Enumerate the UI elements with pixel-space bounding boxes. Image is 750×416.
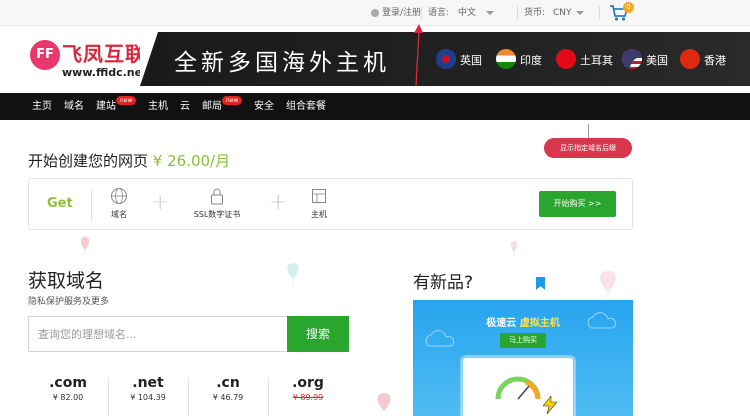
- tld-price: ¥ 104.39: [130, 393, 166, 402]
- build-heading-text: 开始创建您的网页: [28, 152, 149, 170]
- language-select[interactable]: 中文: [458, 0, 495, 26]
- location-label: 印度: [520, 54, 542, 67]
- tld-item-com[interactable]: .com ¥ 82.00: [28, 375, 108, 416]
- nav-item-bundles[interactable]: 组合套餐: [286, 93, 326, 120]
- lightning-icon: [543, 396, 557, 414]
- new-product-promo[interactable]: 极速云 虚拟主机 马上购买: [413, 300, 633, 416]
- hongkong-flag-icon: [680, 49, 700, 69]
- cart-count-badge: 0: [623, 2, 634, 13]
- promo-illustration: [463, 358, 573, 416]
- location-label: 美国: [646, 54, 668, 67]
- location-label: 英国: [460, 54, 482, 67]
- domain-search-button[interactable]: 搜索: [287, 316, 349, 352]
- start-buying-button[interactable]: 开始购买 >>: [539, 191, 616, 217]
- location-label: 土耳其: [580, 54, 613, 67]
- domain-search-input[interactable]: [28, 316, 287, 352]
- balloon-icon: [80, 237, 90, 255]
- language-value: 中文: [458, 8, 477, 18]
- nav-item-website[interactable]: 建站: [96, 93, 116, 120]
- topbar-divider: [599, 6, 600, 20]
- server-icon: [312, 189, 326, 203]
- tld-name: .cn: [216, 375, 240, 391]
- balloon-icon: [287, 263, 299, 285]
- tag-string: [588, 124, 589, 138]
- tld-price: ¥ 89.99: [292, 393, 324, 402]
- chevron-down-icon: [486, 10, 495, 15]
- annotation-arrow-icon: [414, 24, 423, 87]
- uk-flag-icon: [436, 49, 456, 69]
- tld-price: ¥ 46.79: [212, 393, 244, 402]
- tld-item-net[interactable]: .net ¥ 104.39: [108, 375, 188, 416]
- nav-item-hosting[interactable]: 主机: [148, 93, 168, 120]
- top-utility-bar: 登录/注册 语言: 中文 货币: CNY 0: [0, 0, 750, 26]
- service-ssl: SSL数字证书: [187, 187, 247, 225]
- new-products-heading: 有新品?: [413, 273, 474, 293]
- logo-mark: FF: [30, 40, 60, 70]
- nav-item-security[interactable]: 安全: [254, 93, 274, 120]
- currency-label: 货币:: [524, 8, 546, 18]
- cloud-icon: [425, 330, 455, 347]
- promo-title: 极速云 虚拟主机: [413, 314, 633, 329]
- service-hosting: 主机: [289, 187, 349, 225]
- usa-flag-icon: [622, 49, 642, 69]
- banner-edge: [140, 32, 158, 86]
- balloon-icon: [510, 241, 518, 257]
- speed-gauge-icon: [495, 376, 541, 400]
- nav-item-home[interactable]: 主页: [32, 93, 52, 120]
- main-nav: 主页 域名 建站 new 主机 云 邮局 new 安全 组合套餐: [0, 93, 750, 120]
- service-label: 主机: [311, 210, 327, 219]
- logo-url: www.ffidc.net: [62, 66, 148, 79]
- tld-item-org[interactable]: .org ¥ 89.99: [268, 375, 348, 416]
- nav-item-cloud[interactable]: 云: [180, 93, 190, 120]
- balloon-icon: [600, 271, 616, 299]
- site-logo[interactable]: FF 飞凤互联 www.ffidc.net: [30, 36, 147, 84]
- domain-heading: 获取域名: [28, 270, 105, 292]
- build-bundle-box: Get 域名 + SSL数字证书 + 主机 开始购买 >>: [28, 178, 633, 230]
- buy-now-button[interactable]: 马上购买: [500, 333, 546, 348]
- domain-suffix-tag[interactable]: 显示指定域名后缀: [544, 138, 632, 158]
- currency-select[interactable]: CNY: [553, 0, 584, 26]
- plus-icon: +: [269, 190, 288, 215]
- get-label: Get: [47, 196, 73, 211]
- build-price: ¥ 26.00/月: [152, 152, 231, 170]
- currency-value: CNY: [553, 8, 572, 18]
- topbar-divider: [517, 6, 518, 20]
- balloon-icon: [377, 393, 391, 411]
- service-label: SSL数字证书: [193, 210, 241, 219]
- chevron-down-icon: [575, 10, 584, 15]
- tld-price: ¥ 82.00: [52, 393, 84, 402]
- new-badge: new: [222, 96, 243, 105]
- build-heading: 开始创建您的网页 ¥ 26.00/月: [28, 150, 230, 171]
- tld-item-cn[interactable]: .cn ¥ 46.79: [188, 375, 268, 416]
- hero-banner[interactable]: 全新多国海外主机 英国 印度 土耳其 美国 香港: [140, 32, 750, 86]
- domain-subheading: 隐私保护服务及更多: [28, 297, 110, 307]
- plus-icon: +: [151, 190, 170, 215]
- india-flag-icon: [496, 49, 516, 69]
- turkey-flag-icon: [556, 49, 576, 69]
- location-label: 香港: [704, 54, 726, 67]
- promo-title-accent: 虚拟主机: [519, 318, 560, 329]
- new-badge: new: [116, 96, 137, 105]
- globe-www-icon: [111, 188, 127, 204]
- tld-name: .org: [292, 375, 324, 391]
- service-label: 域名: [111, 210, 127, 219]
- nav-item-domain[interactable]: 域名: [64, 93, 84, 120]
- cart-button[interactable]: 0: [609, 2, 634, 22]
- banner-title: 全新多国海外主机: [174, 50, 390, 76]
- tld-name: .com: [49, 375, 87, 391]
- topbar-divider: [421, 6, 422, 20]
- padlock-icon: [211, 188, 223, 205]
- nav-item-mail[interactable]: 邮局: [202, 93, 222, 120]
- login-register-label: 登录/注册: [382, 8, 422, 18]
- language-label: 语言:: [428, 8, 450, 18]
- logo-name: 飞凤互联: [62, 42, 146, 66]
- user-icon: [371, 8, 379, 17]
- bookmark-icon: [536, 277, 545, 290]
- service-domain: 域名: [89, 187, 149, 225]
- promo-title-prefix: 极速云: [486, 318, 517, 329]
- tld-name: .net: [132, 375, 164, 391]
